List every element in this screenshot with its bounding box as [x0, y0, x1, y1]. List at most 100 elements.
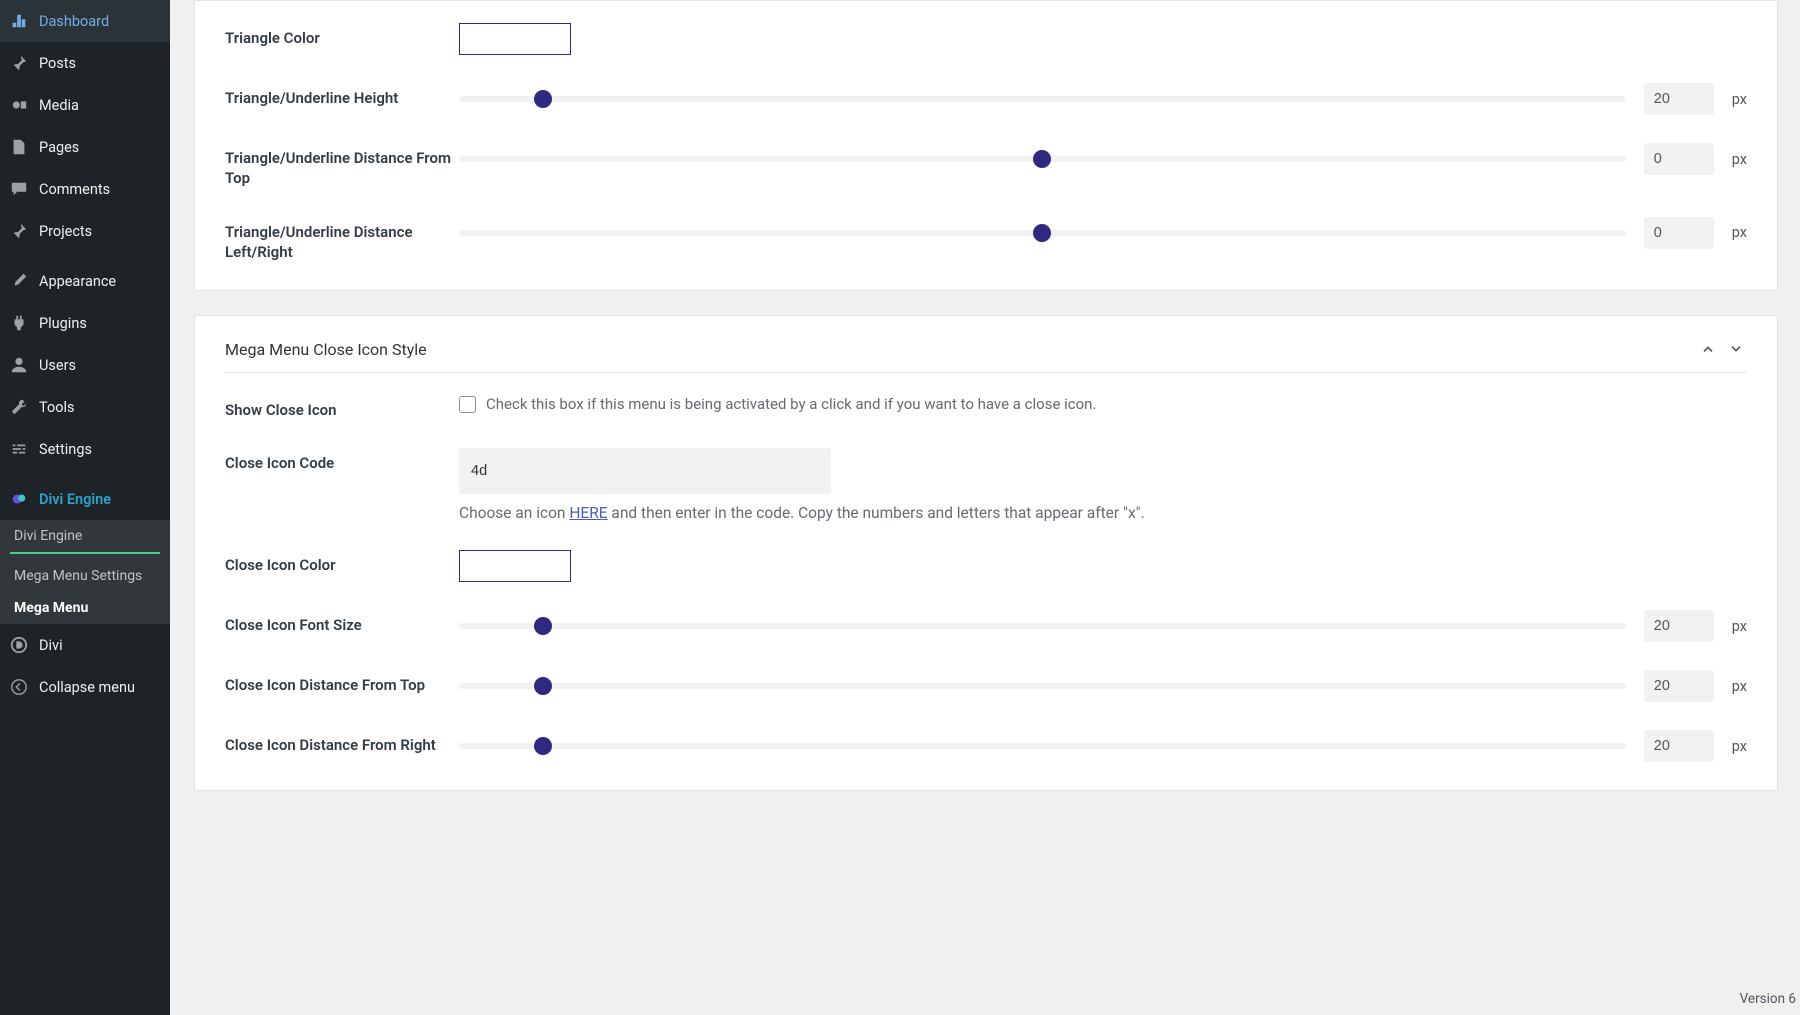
sidebar-item-projects[interactable]: Projects: [0, 210, 170, 252]
triangle-height-slider[interactable]: [459, 96, 1626, 102]
label-close-icon-code: Close Icon Code: [225, 448, 459, 473]
triangle-height-input[interactable]: [1644, 83, 1714, 115]
close-icon-code-help: Choose an icon HERE and then enter in th…: [459, 504, 1747, 522]
close-icon-dtop-slider[interactable]: [459, 683, 1626, 689]
sidebar-item-pages[interactable]: Pages: [0, 126, 170, 168]
close-icon-dtop-input[interactable]: [1644, 670, 1714, 702]
sidebar-item-label: Dashboard: [39, 13, 109, 30]
label-triangle-dist-lr: Triangle/Underline Distance Left/Right: [225, 217, 459, 263]
help-text-pre: Choose an icon: [459, 504, 569, 522]
unit-label: px: [1732, 618, 1747, 635]
chevron-up-icon[interactable]: [1697, 338, 1719, 360]
sidebar-item-divi-engine[interactable]: Divi Engine: [0, 478, 170, 520]
show-close-icon-checkbox[interactable]: [459, 396, 476, 413]
user-icon: [8, 354, 30, 376]
unit-label: px: [1732, 224, 1747, 241]
triangle-dist-lr-slider[interactable]: [459, 230, 1626, 236]
wrench-icon: [8, 396, 30, 418]
panel-triangle-style: Triangle Color Triangle/Underline Height…: [194, 0, 1778, 291]
sidebar-item-plugins[interactable]: Plugins: [0, 302, 170, 344]
plug-icon: [8, 312, 30, 334]
label-show-close-icon: Show Close Icon: [225, 395, 459, 420]
triangle-color-input[interactable]: [459, 23, 571, 55]
row-show-close-icon: Show Close Icon Check this box if this m…: [225, 395, 1747, 420]
close-icon-code-input[interactable]: [459, 448, 831, 494]
slider-thumb[interactable]: [1033, 150, 1051, 168]
sidebar-item-label: Comments: [39, 181, 110, 198]
unit-label: px: [1732, 151, 1747, 168]
label-triangle-height: Triangle/Underline Height: [225, 83, 459, 108]
close-icon-color-input[interactable]: [459, 550, 571, 582]
sidebar-item-label: Media: [39, 97, 79, 114]
page-icon: [8, 136, 30, 158]
submenu-item-divi-engine[interactable]: Divi Engine: [0, 520, 170, 552]
divi-icon: [8, 634, 30, 656]
comment-icon: [8, 178, 30, 200]
label-close-icon-dright: Close Icon Distance From Right: [225, 730, 459, 755]
sidebar-item-divi[interactable]: Divi: [0, 624, 170, 666]
row-close-icon-size: Close Icon Font Size px: [225, 610, 1747, 642]
submenu-item-mega-menu-settings[interactable]: Mega Menu Settings: [0, 560, 170, 592]
slider-thumb[interactable]: [534, 617, 552, 635]
sidebar-submenu: Divi Engine Mega Menu Settings Mega Menu: [0, 520, 170, 624]
label-close-icon-dtop: Close Icon Distance From Top: [225, 670, 459, 695]
label-triangle-dist-top: Triangle/Underline Distance From Top: [225, 143, 459, 189]
triangle-dist-top-input[interactable]: [1644, 143, 1714, 175]
sidebar-item-label: Projects: [39, 223, 92, 240]
row-close-icon-color: Close Icon Color: [225, 550, 1747, 582]
sidebar-item-dashboard[interactable]: Dashboard: [0, 0, 170, 42]
row-triangle-dist-top: Triangle/Underline Distance From Top px: [225, 143, 1747, 189]
submenu-item-mega-menu[interactable]: Mega Menu: [0, 592, 170, 624]
row-triangle-dist-lr: Triangle/Underline Distance Left/Right p…: [225, 217, 1747, 263]
triangle-dist-top-slider[interactable]: [459, 156, 1626, 162]
pin-icon: [8, 220, 30, 242]
row-close-icon-dright: Close Icon Distance From Right px: [225, 730, 1747, 762]
sidebar-item-label: Collapse menu: [39, 679, 135, 696]
sidebar-item-media[interactable]: Media: [0, 84, 170, 126]
row-triangle-color: Triangle Color: [225, 23, 1747, 55]
admin-sidebar: Dashboard Posts Media Pages Comments Pro…: [0, 0, 170, 1015]
main-content: Triangle Color Triangle/Underline Height…: [170, 0, 1800, 1015]
chevron-down-icon[interactable]: [1725, 338, 1747, 360]
sliders-icon: [8, 438, 30, 460]
pin-icon: [8, 52, 30, 74]
sidebar-item-users[interactable]: Users: [0, 344, 170, 386]
show-close-icon-desc: Check this box if this menu is being act…: [486, 395, 1096, 413]
sidebar-item-label: Plugins: [39, 315, 87, 332]
sidebar-item-label: Appearance: [39, 273, 116, 290]
close-icon-size-slider[interactable]: [459, 623, 1626, 629]
sidebar-item-label: Tools: [39, 399, 75, 416]
close-icon-dright-input[interactable]: [1644, 730, 1714, 762]
panel-title: Mega Menu Close Icon Style: [225, 340, 427, 359]
unit-label: px: [1732, 91, 1747, 108]
slider-thumb[interactable]: [534, 90, 552, 108]
unit-label: px: [1732, 738, 1747, 755]
media-icon: [8, 94, 30, 116]
sidebar-item-comments[interactable]: Comments: [0, 168, 170, 210]
sidebar-item-collapse[interactable]: Collapse menu: [0, 666, 170, 708]
close-icon-size-input[interactable]: [1644, 610, 1714, 642]
slider-thumb[interactable]: [534, 737, 552, 755]
help-link-here[interactable]: HERE: [569, 504, 607, 522]
sidebar-item-label: Users: [39, 357, 76, 374]
close-icon-dright-slider[interactable]: [459, 743, 1626, 749]
dashboard-icon: [8, 10, 30, 32]
sidebar-item-posts[interactable]: Posts: [0, 42, 170, 84]
sidebar-item-label: Pages: [39, 139, 79, 156]
row-triangle-height: Triangle/Underline Height px: [225, 83, 1747, 115]
slider-thumb[interactable]: [1033, 224, 1051, 242]
sidebar-item-appearance[interactable]: Appearance: [0, 260, 170, 302]
unit-label: px: [1732, 678, 1747, 695]
sidebar-item-label: Posts: [39, 55, 76, 72]
sidebar-item-tools[interactable]: Tools: [0, 386, 170, 428]
sidebar-item-settings[interactable]: Settings: [0, 428, 170, 470]
divi-engine-icon: [8, 488, 30, 510]
brush-icon: [8, 270, 30, 292]
triangle-dist-lr-input[interactable]: [1644, 217, 1714, 249]
submenu-divider: [10, 552, 160, 554]
sidebar-item-label: Divi: [39, 637, 63, 654]
help-text-post: and then enter in the code. Copy the num…: [608, 504, 1145, 522]
panel-header: Mega Menu Close Icon Style: [225, 316, 1747, 373]
slider-thumb[interactable]: [534, 677, 552, 695]
label-close-icon-size: Close Icon Font Size: [225, 610, 459, 635]
